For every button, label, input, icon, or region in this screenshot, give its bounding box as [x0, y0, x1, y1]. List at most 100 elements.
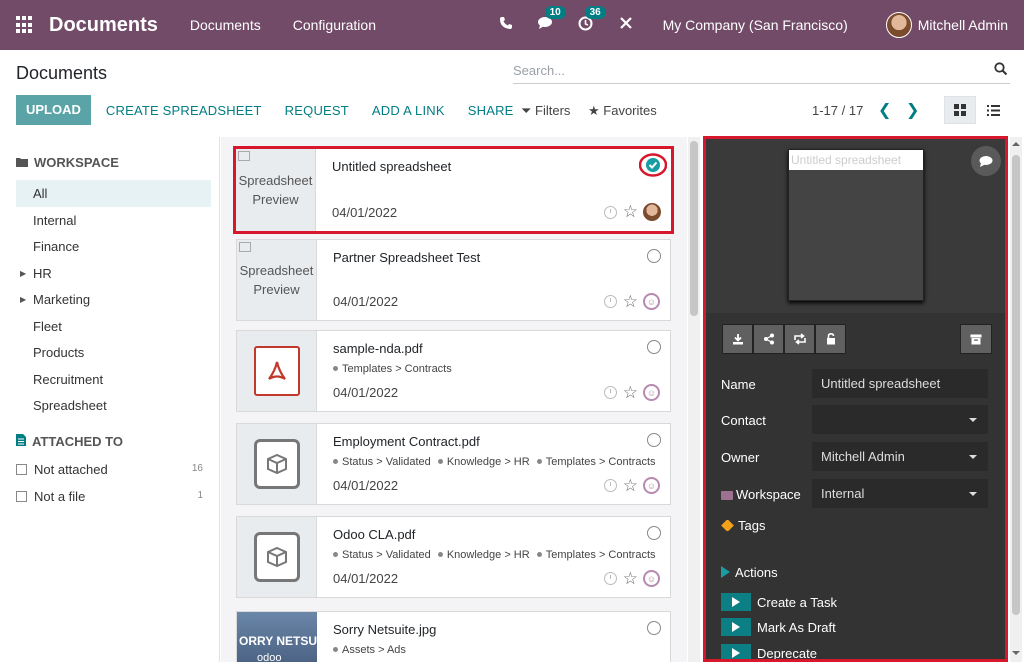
favorites-dropdown[interactable]: ★ Favorites [588, 103, 657, 119]
checkbox[interactable] [16, 491, 27, 502]
document-card[interactable]: sample-nda.pdf Templates > Contracts 04/… [236, 330, 671, 412]
activity-clock-icon[interactable] [603, 295, 617, 308]
pager-value[interactable]: 1-17 / 17 [812, 103, 863, 118]
sidebar-item-marketing[interactable]: ▶ Marketing [16, 286, 211, 313]
debug-tools-icon[interactable] [617, 16, 635, 34]
add-link-button[interactable]: ADD A LINK [372, 103, 445, 118]
favorite-star-icon[interactable]: ☆ [623, 477, 638, 494]
document-date: 04/01/2022 [332, 205, 398, 220]
chat-icon[interactable]: 10 [537, 6, 566, 34]
folder-icon [16, 155, 28, 170]
action-deprecate[interactable]: Deprecate [721, 643, 817, 659]
sidebar-item-spreadsheet[interactable]: Spreadsheet [16, 392, 211, 419]
file-thumbnail[interactable] [237, 517, 317, 597]
select-checkbox[interactable] [647, 340, 661, 354]
contact-select[interactable] [812, 405, 988, 434]
inspector-scrollbar[interactable] [1010, 137, 1022, 662]
activity-clock-icon[interactable] [603, 572, 617, 585]
favorite-star-icon[interactable]: ☆ [623, 570, 638, 587]
select-checkbox[interactable] [647, 433, 661, 447]
sidebar-item-internal[interactable]: Internal [16, 207, 211, 234]
user-menu[interactable]: Mitchell Admin [918, 17, 1008, 33]
menu-documents[interactable]: Documents [190, 17, 261, 33]
list-icon [986, 104, 1000, 116]
sidebar-item-products[interactable]: Products [16, 339, 211, 366]
sidebar-item-fleet[interactable]: Fleet [16, 313, 211, 340]
favorite-star-icon[interactable]: ☆ [623, 384, 638, 401]
document-card[interactable]: Odoo CLA.pdf Status > Validated Knowledg… [236, 516, 671, 598]
spreadsheet-preview-thumbnail[interactable]: Spreadsheet Preview [237, 240, 317, 320]
kanban-view-button[interactable] [944, 96, 976, 124]
share-document-button[interactable] [753, 324, 784, 354]
create-spreadsheet-button[interactable]: CREATE SPREADSHEET [106, 103, 262, 118]
filters-dropdown[interactable]: ⏷ Filters [521, 103, 570, 119]
caret-down-icon[interactable] [969, 492, 977, 496]
activity-clock-icon[interactable]: 36 [577, 5, 606, 35]
archive-button[interactable] [960, 324, 992, 354]
select-checkbox[interactable] [647, 621, 661, 635]
scroll-down-icon[interactable] [1012, 651, 1020, 655]
favorite-star-icon[interactable]: ☆ [623, 203, 638, 220]
image-thumbnail[interactable]: ORRY NETSUIT odoo [237, 612, 317, 662]
action-mark-as-draft[interactable]: Mark As Draft [721, 617, 836, 637]
filter-not-attached[interactable]: Not attached [16, 462, 108, 477]
checkbox[interactable] [16, 464, 27, 475]
select-checkbox[interactable] [647, 526, 661, 540]
action-create-task[interactable]: Create a Task [721, 592, 837, 612]
request-button[interactable]: REQUEST [285, 103, 349, 118]
scroll-up-icon[interactable] [1012, 142, 1020, 146]
chevron-right-icon[interactable]: ❯ [906, 100, 919, 120]
document-card[interactable]: Spreadsheet Preview Untitled spreadsheet… [233, 146, 674, 234]
activity-clock-icon[interactable] [603, 386, 617, 399]
caret-down-icon[interactable] [969, 455, 977, 459]
menu-configuration[interactable]: Configuration [293, 17, 376, 33]
company-switcher[interactable]: My Company (San Francisco) [663, 17, 848, 33]
activity-clock-icon[interactable] [603, 479, 617, 492]
select-checkbox[interactable] [647, 249, 661, 263]
document-preview[interactable]: Untitled spreadsheet [788, 149, 924, 301]
tag: Templates > Contracts [545, 456, 656, 468]
activity-clock-icon[interactable] [603, 205, 617, 219]
chevron-left-icon[interactable]: ❮ [878, 100, 891, 120]
play-icon[interactable] [721, 593, 751, 611]
name-field[interactable]: Untitled spreadsheet [812, 369, 988, 398]
chatter-toggle-button[interactable] [971, 146, 1001, 176]
caret-right-icon[interactable]: ▶ [20, 286, 26, 313]
tags-label[interactable]: Tags [721, 518, 765, 533]
search-input[interactable] [513, 58, 973, 82]
pdf-thumbnail[interactable] [237, 331, 317, 411]
lock-button[interactable] [815, 324, 846, 354]
sidebar-item-all[interactable]: All [16, 180, 211, 207]
owner-select[interactable]: Mitchell Admin [812, 442, 988, 471]
download-button[interactable] [722, 324, 753, 354]
app-brand[interactable]: Documents [49, 14, 158, 37]
sidebar-item-recruitment[interactable]: Recruitment [16, 366, 211, 393]
replace-button[interactable] [784, 324, 815, 354]
play-icon[interactable] [721, 618, 751, 636]
sidebar-item-hr[interactable]: ▶ HR [16, 260, 211, 287]
upload-button[interactable]: UPLOAD [16, 95, 91, 125]
spreadsheet-preview-thumbnail[interactable]: Spreadsheet Preview [236, 149, 316, 231]
document-date: 04/01/2022 [333, 478, 399, 493]
share-button[interactable]: SHARE [468, 103, 514, 118]
document-card[interactable]: Spreadsheet Preview Partner Spreadsheet … [236, 239, 671, 321]
preview-image-alt: Untitled spreadsheet [789, 150, 923, 170]
list-view-button[interactable] [978, 96, 1008, 124]
file-thumbnail[interactable] [237, 424, 317, 504]
user-avatar[interactable] [885, 12, 912, 38]
favorite-star-icon[interactable]: ☆ [623, 293, 638, 310]
document-card[interactable]: Employment Contract.pdf Status > Validat… [236, 423, 671, 505]
caret-right-icon[interactable]: ▶ [20, 260, 26, 287]
sidebar-item-finance[interactable]: Finance [16, 233, 211, 260]
filter-not-a-file[interactable]: Not a file [16, 489, 85, 504]
workspace-label: Workspace [721, 487, 801, 502]
workspace-select[interactable]: Internal [812, 479, 988, 508]
kanban-scrollbar[interactable] [688, 137, 700, 662]
apps-grid-icon[interactable] [16, 16, 34, 34]
phone-icon[interactable] [497, 16, 515, 34]
search-icon[interactable] [994, 62, 1008, 76]
selected-check-icon[interactable] [639, 153, 667, 177]
document-card[interactable]: ORRY NETSUIT odoo Sorry Netsuite.jpg Ass… [236, 611, 671, 662]
play-icon[interactable] [721, 644, 751, 659]
caret-down-icon[interactable] [969, 418, 977, 422]
